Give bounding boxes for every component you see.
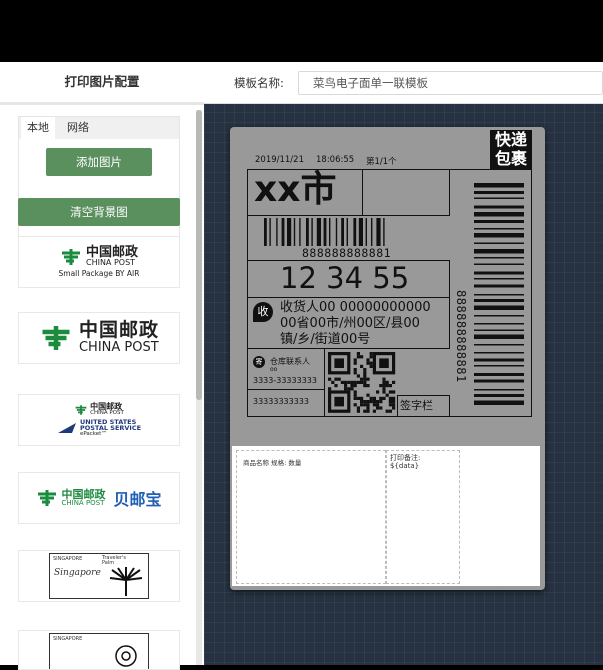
upload-panel: 本地 网络 添加图片: [18, 116, 180, 246]
china-post-logo-icon: [75, 404, 87, 415]
side-barcode-number: 888888888881: [454, 290, 468, 383]
thumb-cn-text: 中国邮政: [78, 319, 159, 342]
clear-background-button[interactable]: 清空背景图: [18, 198, 180, 226]
remark-field[interactable]: [386, 450, 460, 584]
warehouse-phone: 3333-33333333: [253, 376, 317, 385]
palm-tree-icon: [109, 567, 143, 596]
warehouse-sub: oo: [270, 366, 278, 373]
tab-bar: 本地 网络: [19, 117, 179, 139]
tab-network[interactable]: 网络: [61, 117, 95, 139]
goods-label: 商品名称 规格: 数量: [243, 459, 302, 467]
template-name-input[interactable]: 菜鸟电子面单一联模板: [298, 71, 603, 95]
beiyoubao-brand: 贝邮宝: [113, 490, 162, 509]
recipient-icon: 收: [253, 302, 273, 322]
thumb-en-text: CHINA POST: [90, 410, 124, 416]
scrollbar-thumb[interactable]: [196, 110, 202, 400]
page-count: 第1/1个: [366, 157, 397, 167]
print-time: 18:06:55: [316, 155, 355, 165]
badge-top-text: 快递: [494, 130, 527, 149]
badge-bottom-text: 包裹: [494, 149, 527, 168]
china-post-logo-icon: [42, 326, 70, 350]
stamp: SINGAPORE: [49, 633, 149, 669]
template-header: 模板名称: 菜鸟电子面单一联模板: [204, 62, 603, 104]
sidebar: 打印图片配置 本地 网络 添加图片 清空背景图 中国邮政 CHINA POST …: [0, 62, 204, 670]
warehouse-phone2: 33333333333: [253, 397, 309, 406]
blank-box: [362, 169, 450, 216]
top-bar: [0, 0, 603, 62]
sort-code[interactable]: 12 34 55: [280, 259, 409, 297]
template-name-label: 模板名称:: [234, 76, 284, 90]
signature-label: 签字栏: [400, 399, 433, 412]
qr-code[interactable]: [327, 351, 397, 415]
add-image-button[interactable]: 添加图片: [46, 148, 152, 176]
thumb-en-text: CHINA POST: [85, 258, 136, 267]
divider: [0, 102, 204, 105]
thumb-sub-text: Small Package BY AIR: [58, 269, 140, 278]
thumbnail-singapore-post-palm[interactable]: SINGAPORE Singapore Traveler's Palm: [18, 550, 180, 602]
city-text[interactable]: xx市: [254, 168, 336, 212]
recipient-line3[interactable]: 镇/乡/街道00号: [280, 332, 370, 348]
thumb-en-text: CHINA POST: [78, 340, 159, 356]
barcode-number: 888888888881: [302, 246, 392, 260]
warehouse-icon: 寄: [253, 356, 265, 368]
china-post-logo-icon: [38, 490, 57, 506]
sidebar-scrollbar[interactable]: [196, 110, 202, 665]
thumbnail-china-post-usps[interactable]: 中国邮政 CHINA POST UNITED STATES POSTAL SER…: [18, 394, 180, 446]
orchid-icon: [115, 645, 137, 667]
goods-field[interactable]: [236, 450, 386, 584]
thumb-en-text: CHINA POST: [61, 499, 105, 507]
thumbnail-singapore-post-orchid[interactable]: SINGAPORE: [18, 630, 180, 670]
stamp-country: SINGAPORE: [53, 636, 83, 642]
usps-line3: ePacket™: [79, 430, 107, 437]
side-barcode[interactable]: [474, 183, 524, 405]
stamp-country: SINGAPORE: [53, 556, 83, 562]
thumbnail-china-post-small-package[interactable]: 中国邮政 CHINA POST Small Package BY AIR: [18, 236, 180, 288]
print-remark-value: ${data}: [390, 462, 420, 470]
recipient-line2[interactable]: 00省00市/州00区/县00: [280, 316, 420, 332]
stamp: SINGAPORE Singapore Traveler's Palm: [49, 553, 149, 599]
thumbnail-china-post-beiyoubao[interactable]: 中国邮政 CHINA POST 贝邮宝: [18, 472, 180, 524]
stamp-script: Singapore: [54, 568, 101, 578]
usps-eagle-icon: [57, 422, 76, 433]
china-post-logo-icon: [61, 248, 80, 265]
sidebar-title: 打印图片配置: [64, 74, 140, 89]
express-badge: 快递 包裹: [490, 130, 532, 170]
tab-local[interactable]: 本地: [21, 117, 55, 139]
thumbnail-china-post[interactable]: 中国邮政 CHINA POST: [18, 312, 180, 364]
main-barcode[interactable]: [264, 218, 436, 248]
print-date: 2019/11/21: [255, 155, 304, 165]
recipient-line1[interactable]: 收货人00 00000000000: [280, 300, 431, 316]
